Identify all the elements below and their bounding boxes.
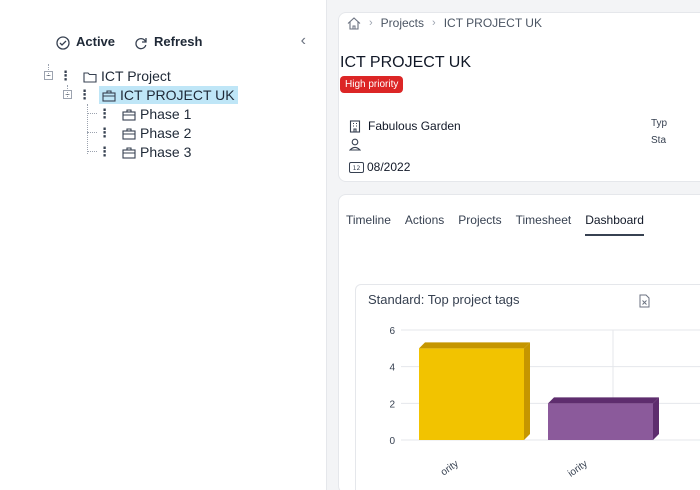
home-icon[interactable] xyxy=(347,16,361,30)
bar-side xyxy=(653,397,659,440)
refresh-button[interactable]: Refresh xyxy=(134,34,202,50)
refresh-label: Refresh xyxy=(154,34,203,50)
node-menu-icon[interactable]: ⋮ xyxy=(59,68,72,84)
check-circle-icon xyxy=(56,34,70,50)
building-icon xyxy=(349,119,361,133)
priority-badge: High priority xyxy=(340,76,404,93)
briefcase-icon xyxy=(122,125,136,141)
briefcase-icon xyxy=(122,144,136,160)
tree-node-label: Phase 3 xyxy=(140,143,192,160)
project-date: 08/2022 xyxy=(367,160,411,174)
project-tree-panel: Active Refresh ‹ − ⋮ ICT Project − ⋮ ICT… xyxy=(0,0,327,490)
tree-toolbar: Active Refresh ‹ xyxy=(56,32,306,50)
tab-timeline[interactable]: Timeline xyxy=(346,213,391,236)
tree-node-ict-project[interactable]: − ⋮ ICT Project xyxy=(44,66,174,85)
project-detail-panel: › Projects › ICT PROJECT UK ICT PROJECT … xyxy=(327,0,700,490)
y-tick-label: 0 xyxy=(389,436,395,447)
collapse-panel-icon[interactable]: ‹ xyxy=(301,32,306,50)
status-label: Sta xyxy=(651,135,667,146)
bar xyxy=(419,348,524,440)
breadcrumb-current: ICT PROJECT UK xyxy=(443,16,542,31)
chevron-right-icon: › xyxy=(432,17,436,30)
export-excel-icon[interactable] xyxy=(639,292,650,310)
node-menu-icon[interactable]: ⋮ xyxy=(98,144,111,160)
type-label: Typ xyxy=(651,118,668,129)
tree-node-label: ICT PROJECT UK xyxy=(120,86,235,103)
collapse-node-icon[interactable]: − xyxy=(63,90,72,99)
tree-node-label: Phase 2 xyxy=(140,124,192,141)
tab-timesheet[interactable]: Timesheet xyxy=(516,213,572,236)
bar-chart: 0 2 4 6 ority iority xyxy=(389,326,700,480)
client-row: Fabulous Garden xyxy=(349,119,461,133)
date-row: 12 08/2022 xyxy=(349,160,410,174)
node-menu-icon[interactable]: ⋮ xyxy=(98,125,111,141)
folder-icon xyxy=(83,68,97,84)
active-filter-button[interactable]: Active xyxy=(56,34,115,50)
project-header-card xyxy=(338,12,700,182)
briefcase-icon xyxy=(122,106,136,122)
bar-top xyxy=(419,342,530,349)
y-tick-label: 2 xyxy=(389,399,395,410)
tree-node-label: Phase 1 xyxy=(140,105,192,122)
tab-projects[interactable]: Projects xyxy=(458,213,501,236)
node-menu-icon[interactable]: ⋮ xyxy=(98,106,111,122)
tree-node-phase-3[interactable]: ⋮ Phase 3 xyxy=(98,142,194,161)
svg-text:12: 12 xyxy=(353,165,361,172)
project-tabs: Timeline Actions Projects Timesheet Dash… xyxy=(346,213,644,236)
chart-title: Standard: Top project tags xyxy=(368,292,520,307)
refresh-icon xyxy=(134,34,148,50)
user-icon xyxy=(349,137,361,151)
x-tick-label: ority xyxy=(439,458,461,478)
tree-node-label: ICT Project xyxy=(101,67,171,84)
tab-actions[interactable]: Actions xyxy=(405,213,444,236)
page-title: ICT PROJECT UK xyxy=(340,54,471,71)
bar-top xyxy=(548,397,659,404)
collapse-node-icon[interactable]: − xyxy=(44,71,53,80)
owner-row xyxy=(349,137,368,151)
client-name[interactable]: Fabulous Garden xyxy=(368,119,461,133)
node-menu-icon[interactable]: ⋮ xyxy=(78,87,91,103)
tab-dashboard[interactable]: Dashboard xyxy=(585,213,644,236)
briefcase-icon xyxy=(102,87,116,103)
active-filter-label: Active xyxy=(76,34,116,50)
calendar-icon: 12 xyxy=(349,160,364,174)
breadcrumb: › Projects › ICT PROJECT UK xyxy=(347,16,542,30)
tree-node-phase-1[interactable]: ⋮ Phase 1 xyxy=(98,104,194,123)
breadcrumb-projects-link[interactable]: Projects xyxy=(381,16,424,30)
bar-side xyxy=(524,342,530,440)
x-tick-label: iority xyxy=(566,458,590,479)
tree-node-phase-2[interactable]: ⋮ Phase 2 xyxy=(98,123,194,142)
tree-node-ict-project-uk[interactable]: − ⋮ ICT PROJECT UK xyxy=(63,85,238,104)
y-tick-label: 6 xyxy=(389,326,395,337)
y-tick-label: 4 xyxy=(389,363,395,374)
chevron-right-icon: › xyxy=(369,17,373,30)
bar xyxy=(548,403,653,440)
